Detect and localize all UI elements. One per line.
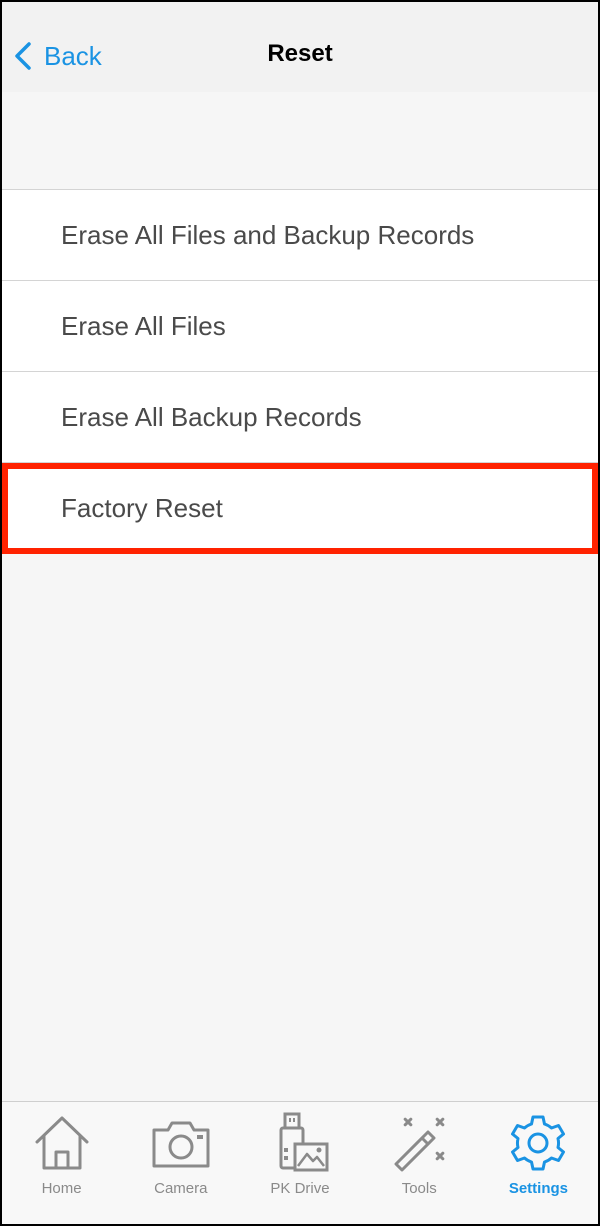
factory-reset-item[interactable]: Factory Reset [2, 463, 598, 554]
erase-all-files-and-backup-records-item[interactable]: Erase All Files and Backup Records [2, 190, 598, 281]
menu-item-label: Erase All Backup Records [61, 401, 362, 432]
erase-all-files-item[interactable]: Erase All Files [2, 281, 598, 372]
page-title: Reset [267, 40, 333, 67]
reset-options-list: Erase All Files and Backup Records Erase… [2, 190, 598, 554]
screen: Back Reset Erase All Files and Backup Re… [0, 0, 600, 1226]
tab-label: Home [41, 1180, 82, 1197]
tab-home[interactable]: Home [2, 1102, 121, 1224]
menu-item-label: Erase All Files [61, 310, 226, 341]
erase-all-backup-records-item[interactable]: Erase All Backup Records [2, 372, 598, 463]
tab-pk-drive[interactable]: PK Drive [240, 1102, 359, 1224]
gear-icon [511, 1115, 566, 1171]
tab-label: Tools [401, 1180, 437, 1197]
tab-label: Settings [508, 1180, 568, 1197]
tab-bar: Home Camera PK Drive Tools Settings [2, 1101, 598, 1224]
magic-wand-icon [394, 1117, 445, 1172]
empty-content-area [2, 555, 598, 1102]
tab-tools[interactable]: Tools [360, 1102, 479, 1224]
navigation-bar: Back Reset [2, 2, 598, 92]
home-icon [35, 1116, 89, 1170]
menu-item-label: Factory Reset [61, 493, 223, 523]
tab-label: Camera [154, 1180, 208, 1197]
usb-drive-icon [279, 1112, 329, 1172]
tab-camera[interactable]: Camera [121, 1102, 240, 1224]
menu-item-label: Erase All Files and Backup Records [61, 219, 475, 250]
section-spacer [2, 92, 598, 190]
tab-settings[interactable]: Settings [479, 1102, 598, 1224]
camera-icon [152, 1121, 210, 1168]
tab-label: PK Drive [270, 1180, 330, 1197]
